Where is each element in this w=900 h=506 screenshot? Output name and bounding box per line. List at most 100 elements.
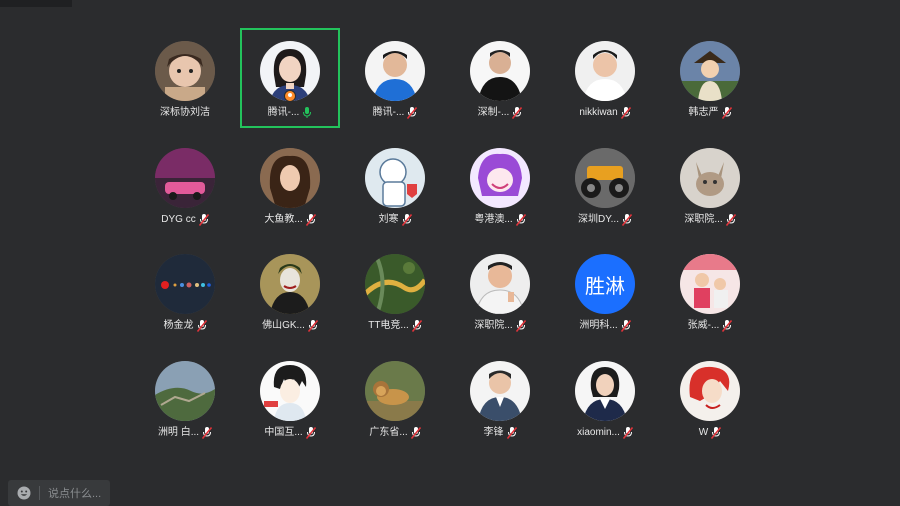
participant-tile[interactable]: 杨金龙 — [135, 241, 235, 341]
mic-muted-icon — [515, 320, 526, 332]
participant-tile[interactable]: 大鱼教... — [240, 135, 340, 235]
participant-tile[interactable]: DYG cc — [135, 135, 235, 235]
participant-name: 大鱼教... — [264, 214, 303, 225]
avatar — [365, 148, 425, 208]
mic-muted-icon — [506, 427, 517, 439]
mic-muted-icon — [202, 427, 213, 439]
mic-muted-icon — [307, 320, 318, 332]
mic-muted-icon — [620, 107, 631, 119]
avatar — [155, 148, 215, 208]
participant-name: 洲明 白... — [157, 427, 200, 438]
participant-tile[interactable]: 深标协刘洁 — [135, 28, 235, 128]
divider — [39, 486, 40, 500]
mic-muted-icon — [721, 107, 732, 119]
participant-tile[interactable]: 佛山GK... — [240, 241, 340, 341]
participant-name: 韩志严 — [688, 107, 719, 118]
mic-muted-icon — [711, 427, 722, 439]
participant-tile[interactable]: 韩志严 — [660, 28, 760, 128]
avatar — [680, 148, 740, 208]
participant-tile[interactable]: 深圳DY... — [555, 135, 655, 235]
participant-tile[interactable]: 腾讯-... — [240, 28, 340, 128]
participant-name: TT电竞... — [368, 320, 409, 331]
participant-tile[interactable]: 广东省... — [345, 348, 445, 448]
avatar — [680, 254, 740, 314]
mic-muted-icon — [305, 427, 316, 439]
participant-name: 腾讯-... — [267, 107, 300, 118]
avatar — [365, 254, 425, 314]
mic-muted-icon — [407, 107, 418, 119]
participant-tile[interactable]: 李锋 — [450, 348, 550, 448]
participant-name: xiaomin... — [577, 427, 620, 438]
mic-muted-icon — [515, 214, 526, 226]
mic-muted-icon — [725, 214, 736, 226]
avatar — [260, 148, 320, 208]
avatar — [575, 361, 635, 421]
mic-muted-icon — [401, 214, 412, 226]
mic-muted-icon — [196, 320, 207, 332]
avatar — [470, 148, 530, 208]
participant-name: 李锋 — [483, 427, 504, 438]
avatar — [260, 254, 320, 314]
participant-tile[interactable]: nikkiwan — [555, 28, 655, 128]
mic-muted-icon — [622, 427, 633, 439]
participant-name: 中国互... — [264, 427, 303, 438]
chat-input[interactable]: 说点什么... — [8, 480, 110, 506]
participant-name: 深标协刘洁 — [160, 107, 210, 118]
mic-muted-icon — [722, 320, 733, 332]
participant-name: 佛山GK... — [262, 320, 305, 331]
participant-tile[interactable]: 深职院... — [660, 135, 760, 235]
avatar — [470, 254, 530, 314]
mic-active-icon — [302, 107, 312, 119]
participant-name: DYG cc — [161, 214, 196, 225]
avatar — [680, 41, 740, 101]
participant-name: 刘寒 — [378, 214, 399, 225]
avatar — [575, 41, 635, 101]
host-badge — [284, 90, 296, 102]
mic-muted-icon — [198, 214, 209, 226]
avatar-initials: 胜淋 — [585, 273, 625, 298]
avatar — [155, 254, 215, 314]
participant-tile[interactable]: 张威-... — [660, 241, 760, 341]
avatar — [155, 41, 215, 101]
participant-name: 杨金龙 — [163, 320, 194, 331]
mic-muted-icon — [305, 214, 316, 226]
avatar — [155, 361, 215, 421]
participant-name: 腾讯-... — [372, 107, 405, 118]
participant-tile[interactable]: 洲明 白... — [135, 348, 235, 448]
participant-tile[interactable]: 中国互... — [240, 348, 340, 448]
mic-muted-icon — [410, 427, 421, 439]
participant-name: nikkiwan — [579, 107, 618, 118]
avatar — [470, 361, 530, 421]
participant-name: 广东省... — [369, 427, 408, 438]
mic-muted-icon — [620, 320, 631, 332]
participant-name: 洲明科... — [579, 320, 618, 331]
mic-muted-icon — [621, 214, 632, 226]
participant-name: W — [698, 427, 709, 438]
participant-name: 深职院... — [474, 320, 513, 331]
participant-name: 张威-... — [687, 320, 720, 331]
participant-tile[interactable]: 胜淋 洲明科... — [555, 241, 655, 341]
participant-tile[interactable]: 粤港澳... — [450, 135, 550, 235]
participant-tile[interactable]: TT电竞... — [345, 241, 445, 341]
participant-name: 深圳DY... — [578, 214, 619, 225]
participant-tile[interactable]: 刘寒 — [345, 135, 445, 235]
participant-tile[interactable]: xiaomin... — [555, 348, 655, 448]
avatar: 胜淋 — [575, 254, 635, 314]
participant-grid: 深标协刘洁 腾讯-... 腾讯-... 深制-... nikkiwan 韩志严 … — [135, 28, 765, 452]
participant-tile[interactable]: 腾讯-... — [345, 28, 445, 128]
participant-tile[interactable]: 深职院... — [450, 241, 550, 341]
top-tab[interactable] — [0, 0, 72, 7]
mic-muted-icon — [512, 107, 523, 119]
avatar — [260, 361, 320, 421]
avatar — [680, 361, 740, 421]
avatar — [470, 41, 530, 101]
avatar — [365, 361, 425, 421]
participant-name: 粤港澳... — [474, 214, 513, 225]
participant-name: 深制-... — [477, 107, 510, 118]
chat-placeholder: 说点什么... — [48, 488, 102, 500]
participant-tile[interactable]: 深制-... — [450, 28, 550, 128]
participant-tile[interactable]: W — [660, 348, 760, 448]
avatar — [575, 148, 635, 208]
emoji-icon[interactable] — [17, 486, 31, 500]
participant-name: 深职院... — [684, 214, 723, 225]
